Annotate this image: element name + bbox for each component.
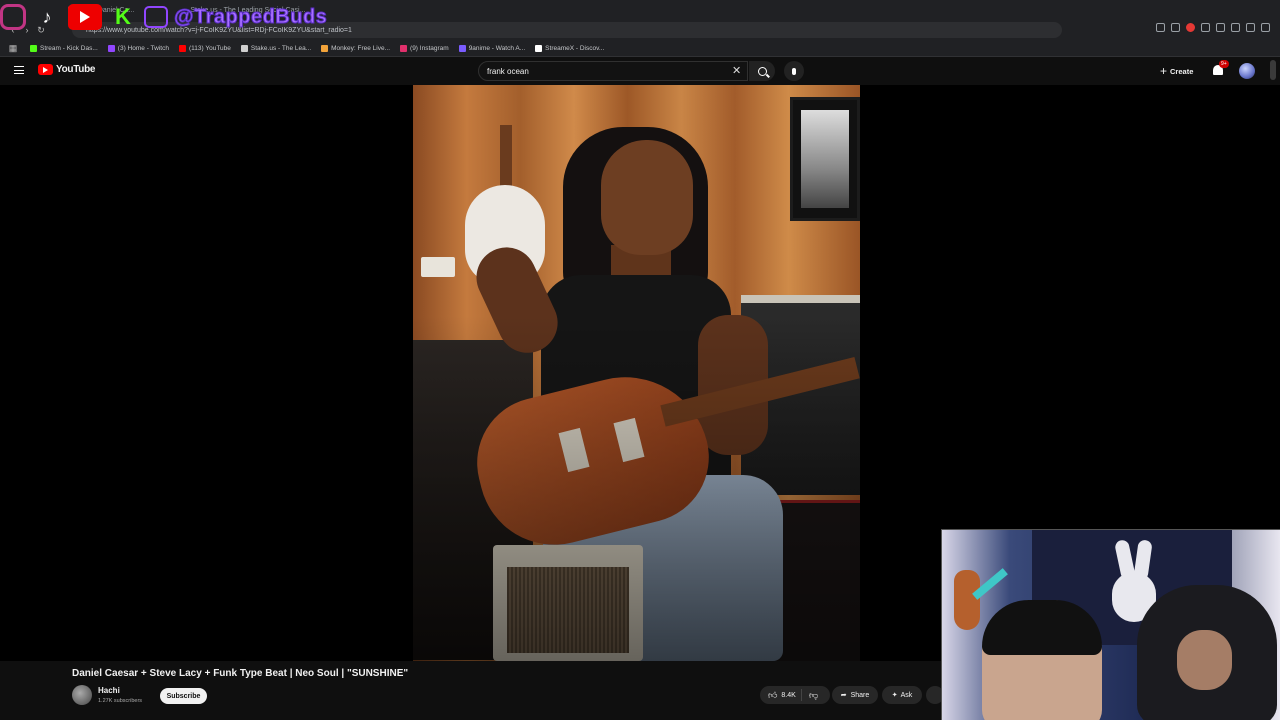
extension-icons [1156,23,1270,32]
brave-shield-icon[interactable] [1186,23,1195,32]
subscriber-count: 1.27K subscribers [98,698,143,704]
youtube-home-logo[interactable]: YouTube [38,64,96,75]
webcam-overlay [941,529,1280,720]
sidebar-icon[interactable] [1216,23,1225,32]
twitch-logo-icon [144,6,168,28]
bookmark-item[interactable]: StreameX - Discov... [535,44,604,52]
share-arrow-icon: ➦ [840,692,847,699]
screen: (211) Daniel Ca... Stake.us - The Leadin… [0,0,1280,720]
share-button[interactable]: ➦ Share [832,686,878,704]
bookmark-favicon-icon [321,44,329,52]
image-shading [413,85,860,661]
bookmark-star-icon[interactable] [1171,23,1180,32]
plus-icon: + [1160,64,1168,78]
account-avatar[interactable] [1239,63,1255,79]
voice-search-button[interactable] [784,61,804,81]
bookmark-favicon-icon [30,44,37,52]
create-button[interactable]: + Create [1160,63,1193,79]
video-title: Daniel Caesar + Steve Lacy + Funk Type B… [72,668,409,679]
dislike-button[interactable]: 👎︎ [802,690,818,701]
bookmark-item[interactable]: 9anime - Watch A... [458,44,525,52]
bookmark-item[interactable]: Monkey: Free Live... [321,44,390,52]
bookmark-favicon-icon [400,44,408,52]
youtube-header: YouTube frank ocean ✕ + Create 9+ [0,57,1280,85]
clear-search-icon[interactable]: ✕ [732,65,741,77]
like-button[interactable]: 👍︎ 8.4K [760,689,802,701]
thumbs-down-icon: 👎︎ [809,689,819,700]
extensions-puzzle-icon[interactable] [1201,23,1210,32]
video-frame [413,85,860,661]
hamburger-menu-icon[interactable] [14,66,24,74]
cast-icon[interactable] [1156,23,1165,32]
like-dislike-group: 👍︎ 8.4K 👎︎ [760,686,830,704]
menu-icon[interactable] [1261,23,1270,32]
bookmark-favicon-icon [535,44,543,52]
bookmark-favicon-icon [240,44,248,52]
subscribe-button[interactable]: Subscribe [160,688,207,704]
bookmark-item[interactable]: (9) Instagram [400,44,449,52]
ask-label: Ask [900,691,913,699]
notification-badge: 9+ [1219,60,1229,68]
sparkle-icon: ✦ [891,692,898,699]
streamer-handle: @TrappedBuds [173,5,328,28]
channel-name[interactable]: Hachi [98,686,120,695]
search-query: frank ocean [487,66,529,76]
page-scrollbar[interactable] [1270,60,1276,80]
ask-button[interactable]: ✦ Ask [882,686,922,704]
bookmark-item[interactable]: (3) Home - Twitch [107,44,169,52]
youtube-play-icon [38,64,53,75]
kick-logo-icon: K [115,4,131,29]
create-label: Create [1170,66,1194,76]
bookmark-favicon-icon [458,44,466,52]
apps-grid-icon[interactable]: ▦ [6,41,20,55]
bookmark-item[interactable]: Stream - Kick Das... [30,44,98,52]
bookmark-item[interactable]: Stake.us - The Lea... [240,44,311,52]
share-label: Share [850,691,870,699]
youtube-logo-icon [68,4,102,30]
bookmark-favicon-icon [107,44,115,52]
stream-overlay: ♪ K @TrappedBuds [0,2,327,32]
thumbs-up-icon: 👍︎ [768,689,778,700]
instagram-logo-icon [0,4,26,30]
youtube-logo-text: YouTube [56,64,96,75]
microphone-icon [792,67,796,75]
search-button[interactable] [749,61,775,81]
bookmarks-bar: ▦ Stream - Kick Das... (3) Home - Twitch… [0,40,1280,57]
search-input[interactable]: frank ocean [478,61,748,81]
bookmark-favicon-icon [178,44,186,52]
ukulele [954,570,980,630]
like-count: 8.4K [781,691,796,699]
bookmark-item[interactable]: (113) YouTube [178,44,231,52]
search-icon [757,66,767,76]
tiktok-logo-icon: ♪ [42,6,52,27]
media-icon[interactable] [1231,23,1240,32]
wallet-icon[interactable] [1246,23,1255,32]
streamer-right-face [1177,630,1232,690]
channel-avatar[interactable] [72,685,92,705]
